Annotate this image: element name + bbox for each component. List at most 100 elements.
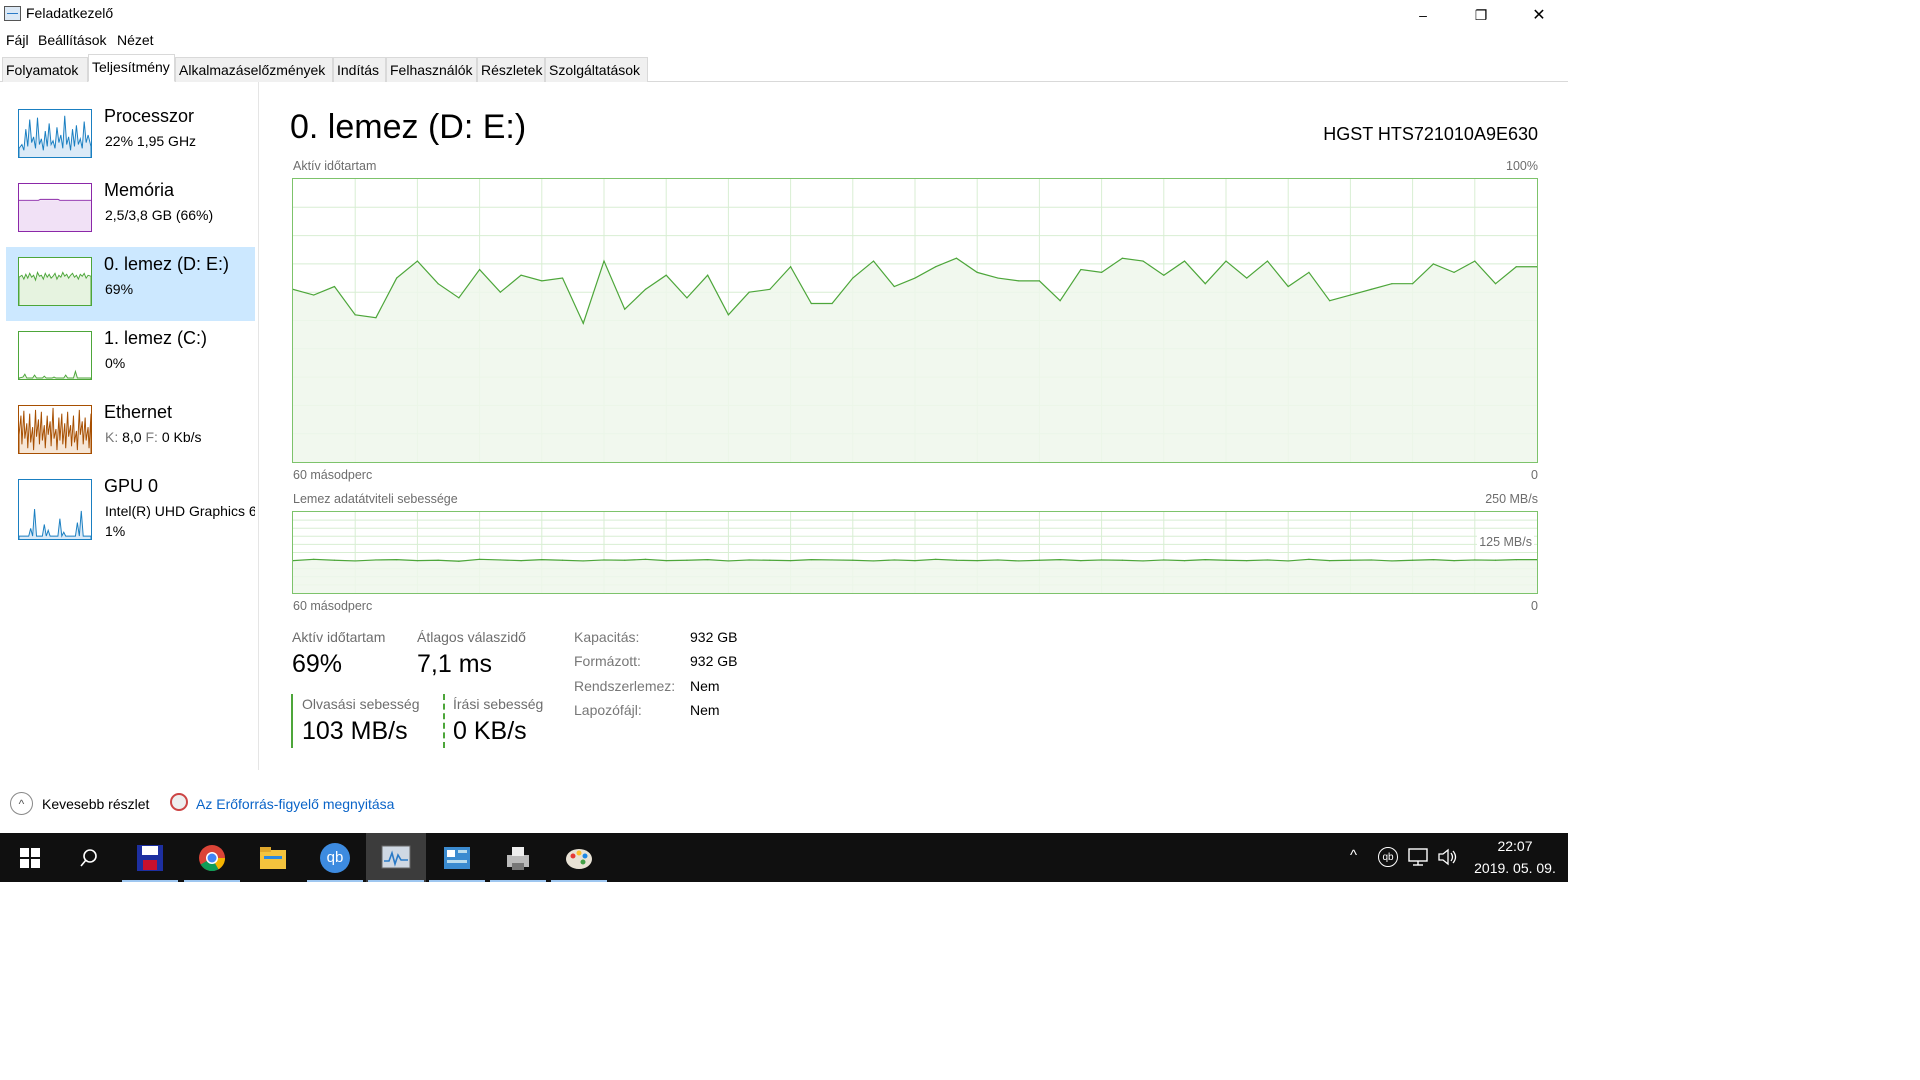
active-time-data-point bbox=[499, 291, 501, 293]
save-disk-icon[interactable] bbox=[120, 833, 180, 882]
active-time-value: 69% bbox=[292, 650, 343, 678]
transfer-chart-label: Lemez adatátviteli sebessége bbox=[293, 492, 458, 506]
active-time-data-point bbox=[1391, 283, 1393, 285]
read-speed-label: Olvasási sebesség bbox=[302, 696, 420, 712]
active-time-data-point bbox=[1370, 288, 1372, 290]
formatted-label: Formázott: bbox=[574, 653, 641, 669]
open-resource-monitor-link[interactable]: Az Erőforrás-figyelő megnyitása bbox=[196, 796, 394, 812]
chevron-up-icon[interactable]: ^ bbox=[10, 792, 33, 815]
sidebar-item-value-2: 1% bbox=[105, 523, 126, 539]
sidebar-item-disk-0[interactable]: 0. lemez (D: E:) 69% bbox=[6, 247, 255, 321]
transfer-rate-data-point bbox=[707, 559, 709, 561]
transfer-rate-data-point bbox=[727, 560, 729, 562]
write-speed-legend-line bbox=[443, 694, 445, 748]
clock-date[interactable]: 2019. 05. 09. bbox=[1462, 860, 1568, 876]
title-bar: Feladatkezelő – ❐ ✕ bbox=[0, 0, 1568, 30]
active-time-data-point bbox=[1329, 300, 1331, 302]
active-time-data-point bbox=[790, 266, 792, 268]
sidebar-item-label: 1. lemez (C:) bbox=[104, 328, 208, 348]
active-time-data-point bbox=[935, 266, 937, 268]
window-title: Feladatkezelő bbox=[26, 5, 114, 21]
start-icon[interactable] bbox=[0, 833, 60, 882]
sidebar-item-ethernet[interactable]: Ethernet K: 8,0 F: 0 Kb/s bbox=[6, 395, 255, 469]
transfer-rate-data-point bbox=[893, 559, 895, 561]
transfer-rate-chart: 125 MB/s bbox=[292, 511, 1538, 594]
tab-bar: Folyamatok Teljesítmény Alkalmazáselőzmé… bbox=[0, 54, 1568, 82]
tab-performance[interactable]: Teljesítmény bbox=[88, 54, 175, 82]
close-button[interactable]: ✕ bbox=[1510, 0, 1568, 30]
transfer-rate-data-point bbox=[1018, 560, 1020, 562]
qbittorrent-icon[interactable]: qb bbox=[305, 833, 365, 882]
write-speed-value: 0 KB/s bbox=[453, 717, 527, 745]
active-time-data-point bbox=[1246, 277, 1248, 279]
volume-icon[interactable] bbox=[1437, 848, 1457, 870]
network-icon[interactable] bbox=[1408, 848, 1428, 870]
transfer-rate-data-point bbox=[1474, 559, 1476, 561]
active-time-data-point bbox=[479, 268, 481, 271]
transfer-rate-data-point bbox=[1308, 558, 1310, 560]
less-details-link[interactable]: Kevesebb részlet bbox=[42, 796, 149, 812]
resource-monitor-icon[interactable] bbox=[170, 793, 188, 811]
sidebar-item-memory[interactable]: Memória 2,5/3,8 GB (66%) bbox=[6, 173, 255, 247]
transfer-rate-data-point bbox=[852, 559, 854, 561]
tab-users[interactable]: Felhasználók bbox=[386, 57, 477, 82]
tab-processes[interactable]: Folyamatok bbox=[2, 57, 88, 82]
transfer-rate-data-point bbox=[603, 559, 605, 561]
clock-time[interactable]: 22:07 bbox=[1470, 838, 1560, 854]
tab-services[interactable]: Szolgáltatások bbox=[545, 57, 648, 82]
printer-icon[interactable] bbox=[488, 833, 548, 882]
active-time-data-point bbox=[541, 280, 543, 282]
active-time-data-point bbox=[893, 285, 895, 288]
transfer-rate-data-point bbox=[1121, 559, 1123, 561]
tab-details[interactable]: Részletek bbox=[477, 57, 545, 82]
menu-bar: Fájl Beállítások Nézet bbox=[0, 30, 1568, 52]
sidebar-item-value: K: 8,0 F: 0 Kb/s bbox=[105, 429, 202, 445]
active-time-data-point bbox=[582, 322, 584, 324]
cpu-thumbnail-graph bbox=[18, 109, 92, 158]
transfer-rate-data-point bbox=[1080, 560, 1082, 562]
transfer-rate-data-point bbox=[790, 560, 792, 562]
formatted-value: 932 GB bbox=[690, 653, 738, 669]
active-time-data-point bbox=[727, 314, 729, 316]
task-manager-taskbar-icon[interactable] bbox=[366, 833, 426, 882]
sidebar-item-cpu[interactable]: Processzor 22% 1,95 GHz bbox=[6, 99, 255, 173]
active-time-data-point bbox=[1453, 271, 1455, 273]
disk-0-thumbnail-graph bbox=[18, 257, 92, 306]
search-icon[interactable] bbox=[59, 833, 119, 882]
send-label: K: bbox=[105, 429, 119, 445]
transfer-rate-data-point bbox=[479, 558, 481, 560]
write-speed-label: Írási sebesség bbox=[453, 696, 544, 712]
transfer-rate-data-point bbox=[935, 558, 937, 560]
avg-response-label: Átlagos válaszidő bbox=[417, 629, 526, 645]
menu-file[interactable]: Fájl bbox=[6, 32, 29, 48]
chevron-up-tray-icon[interactable]: ^ bbox=[1350, 847, 1357, 864]
disk-title: 0. lemez (D: E:) bbox=[290, 108, 527, 146]
transfer-rate-data-point bbox=[872, 560, 875, 562]
transfer-rate-data-point bbox=[748, 559, 750, 561]
active-time-data-point bbox=[1163, 274, 1165, 276]
minimize-button[interactable]: – bbox=[1394, 0, 1452, 30]
file-explorer-icon[interactable] bbox=[243, 833, 303, 882]
disk-model: HGST HTS721010A9E630 bbox=[1323, 124, 1538, 144]
active-time-data-point bbox=[976, 271, 978, 273]
control-panel-icon[interactable] bbox=[427, 833, 487, 882]
sidebar-item-gpu[interactable]: GPU 0 Intel(R) UHD Graphics 620 1% bbox=[6, 469, 255, 543]
menu-settings[interactable]: Beállítások bbox=[38, 32, 106, 48]
active-time-data-point bbox=[1142, 260, 1144, 262]
sidebar-item-label: 0. lemez (D: E:) bbox=[104, 254, 230, 274]
active-time-data-point bbox=[1101, 271, 1103, 273]
paint-icon[interactable] bbox=[549, 833, 609, 882]
active-time-data-point bbox=[1515, 266, 1517, 268]
maximize-button[interactable]: ❐ bbox=[1452, 0, 1510, 30]
tab-app-history[interactable]: Alkalmazáselőzmények bbox=[175, 57, 333, 82]
qbittorrent-tray-icon[interactable]: qb bbox=[1378, 847, 1398, 867]
transfer-rate-data-point bbox=[810, 559, 812, 561]
sidebar-item-disk-1[interactable]: 1. lemez (C:) 0% bbox=[6, 321, 255, 395]
menu-view[interactable]: Nézet bbox=[117, 32, 154, 48]
chrome-icon[interactable] bbox=[182, 833, 242, 882]
transfer-axis-right: 0 bbox=[1531, 599, 1538, 613]
active-time-data-point bbox=[748, 291, 750, 293]
tab-startup[interactable]: Indítás bbox=[333, 57, 386, 82]
transfer-rate-data-point bbox=[1266, 559, 1269, 561]
sidebar-item-label: GPU 0 bbox=[104, 476, 159, 496]
